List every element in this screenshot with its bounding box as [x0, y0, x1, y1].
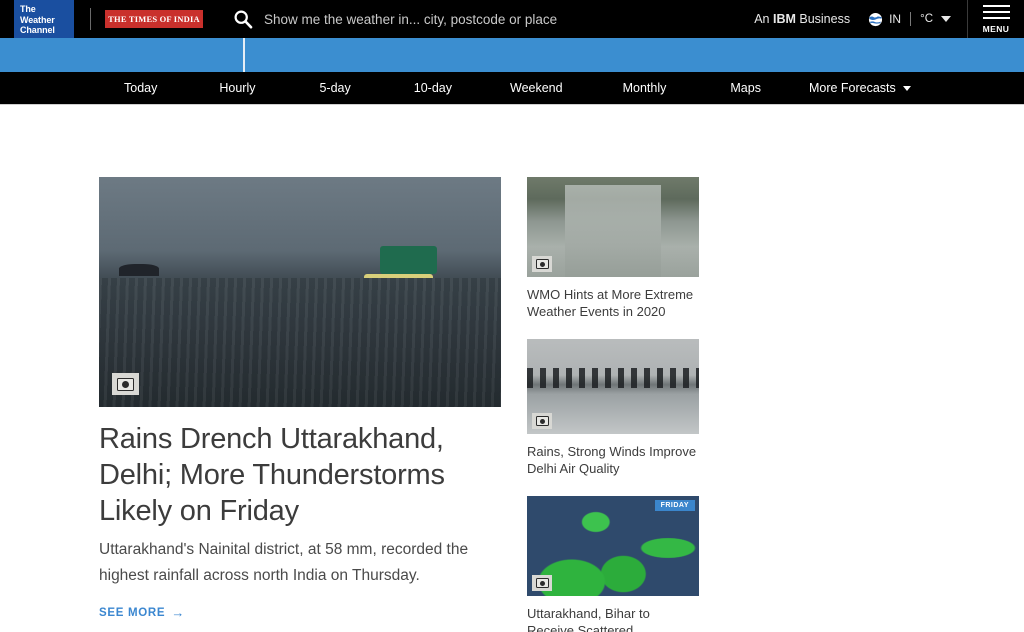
- nav-item-more-forecasts[interactable]: More Forecasts: [809, 81, 911, 95]
- camera-icon: [532, 413, 552, 429]
- ad-banner[interactable]: [0, 38, 1024, 72]
- thumbnail-scene: [527, 339, 699, 434]
- thumbnail-scene: [527, 177, 699, 277]
- vehicle-shape: [291, 278, 353, 292]
- vehicle-shape: [291, 287, 353, 332]
- thumbnail-scene: [527, 496, 699, 596]
- menu-label: MENU: [982, 23, 1010, 34]
- search-input[interactable]: [264, 11, 664, 27]
- vehicle-shape: [211, 296, 288, 334]
- camera-icon: [532, 256, 552, 272]
- nav-item-weekend[interactable]: Weekend: [510, 81, 563, 95]
- vehicle-shape: [364, 282, 433, 332]
- menu-button[interactable]: MENU: [967, 0, 1024, 38]
- nav-item-maps[interactable]: Maps: [730, 81, 761, 95]
- list-item[interactable]: WMO Hints at More Extreme Weather Events…: [527, 177, 699, 320]
- primary-nav: Today Hourly 5-day 10-day Weekend Monthl…: [0, 72, 1024, 105]
- sidebar-title-3[interactable]: Uttarakhand, Bihar to Receive Scattered …: [527, 605, 699, 632]
- ibm-brand: IBM: [772, 12, 796, 26]
- sidebar-thumbnail-2[interactable]: [527, 339, 699, 434]
- sidebar-title-2[interactable]: Rains, Strong Winds Improve Delhi Air Qu…: [527, 443, 699, 477]
- list-item[interactable]: FRIDAY Uttarakhand, Bihar to Receive Sca…: [527, 496, 699, 632]
- nav-item-5-day[interactable]: 5-day: [319, 81, 350, 95]
- logo-line-1: The: [20, 4, 36, 14]
- sidebar-title-1[interactable]: WMO Hints at More Extreme Weather Events…: [527, 286, 699, 320]
- vehicle-shape: [364, 273, 433, 288]
- feature-image-scene: [99, 177, 501, 407]
- ibm-prefix: An: [754, 12, 773, 26]
- sidebar-thumbnail-1[interactable]: [527, 177, 699, 277]
- hamburger-icon: [982, 4, 1010, 23]
- vehicle-shape: [123, 282, 212, 332]
- day-badge: FRIDAY: [654, 500, 695, 511]
- see-more-link[interactable]: SEE MORE →: [99, 605, 185, 620]
- weather-channel-logo[interactable]: The Weather Channel: [14, 0, 74, 38]
- sidebar-thumbnail-3[interactable]: FRIDAY: [527, 496, 699, 596]
- feature-image[interactable]: [99, 177, 501, 407]
- header-right-controls: An IBM Business IN °C: [754, 0, 951, 38]
- nav-item-today[interactable]: Today: [124, 81, 157, 95]
- feature-article: Rains Drench Uttarakhand, Delhi; More Th…: [99, 177, 501, 632]
- search-bar[interactable]: [233, 0, 754, 38]
- ad-banner-divider: [243, 38, 245, 72]
- globe-icon[interactable]: [868, 12, 883, 27]
- road-sign-shape: [380, 246, 437, 274]
- nav-item-hourly[interactable]: Hourly: [219, 81, 255, 95]
- control-divider: [910, 12, 912, 26]
- times-of-india-logo[interactable]: THE TIMES OF INDIA: [105, 10, 203, 28]
- sidebar-articles: WMO Hints at More Extreme Weather Events…: [527, 177, 699, 632]
- feature-summary: Uttarakhand's Nainital district, at 58 m…: [99, 541, 469, 584]
- logo-line-2: Weather: [20, 14, 55, 25]
- nav-item-more-forecasts-label: More Forecasts: [808, 81, 896, 95]
- logo-line-3: Channel: [20, 25, 55, 35]
- umbrella-shape: [119, 264, 160, 276]
- search-icon[interactable]: [233, 9, 253, 29]
- camera-icon: [112, 373, 139, 395]
- chevron-down-icon[interactable]: [941, 16, 951, 22]
- header-divider: [90, 8, 91, 30]
- list-item[interactable]: Rains, Strong Winds Improve Delhi Air Qu…: [527, 339, 699, 477]
- ibm-business-label: An IBM Business: [754, 12, 850, 26]
- main-content: Rains Drench Uttarakhand, Delhi; More Th…: [0, 105, 1024, 632]
- nav-item-monthly[interactable]: Monthly: [623, 81, 667, 95]
- arrow-right-icon: →: [171, 605, 186, 620]
- feature-headline[interactable]: Rains Drench Uttarakhand, Delhi; More Th…: [99, 421, 501, 529]
- unit-toggle[interactable]: °C: [920, 13, 933, 25]
- pedestrian-shape: [131, 278, 146, 338]
- see-more-label: SEE MORE: [99, 606, 166, 619]
- locale-code[interactable]: IN: [889, 12, 901, 26]
- nav-item-10-day[interactable]: 10-day: [414, 81, 452, 95]
- chevron-down-icon: [902, 85, 911, 91]
- top-header: The Weather Channel THE TIMES OF INDIA A…: [0, 0, 1024, 38]
- camera-icon: [532, 575, 552, 591]
- ibm-suffix: Business: [795, 12, 851, 26]
